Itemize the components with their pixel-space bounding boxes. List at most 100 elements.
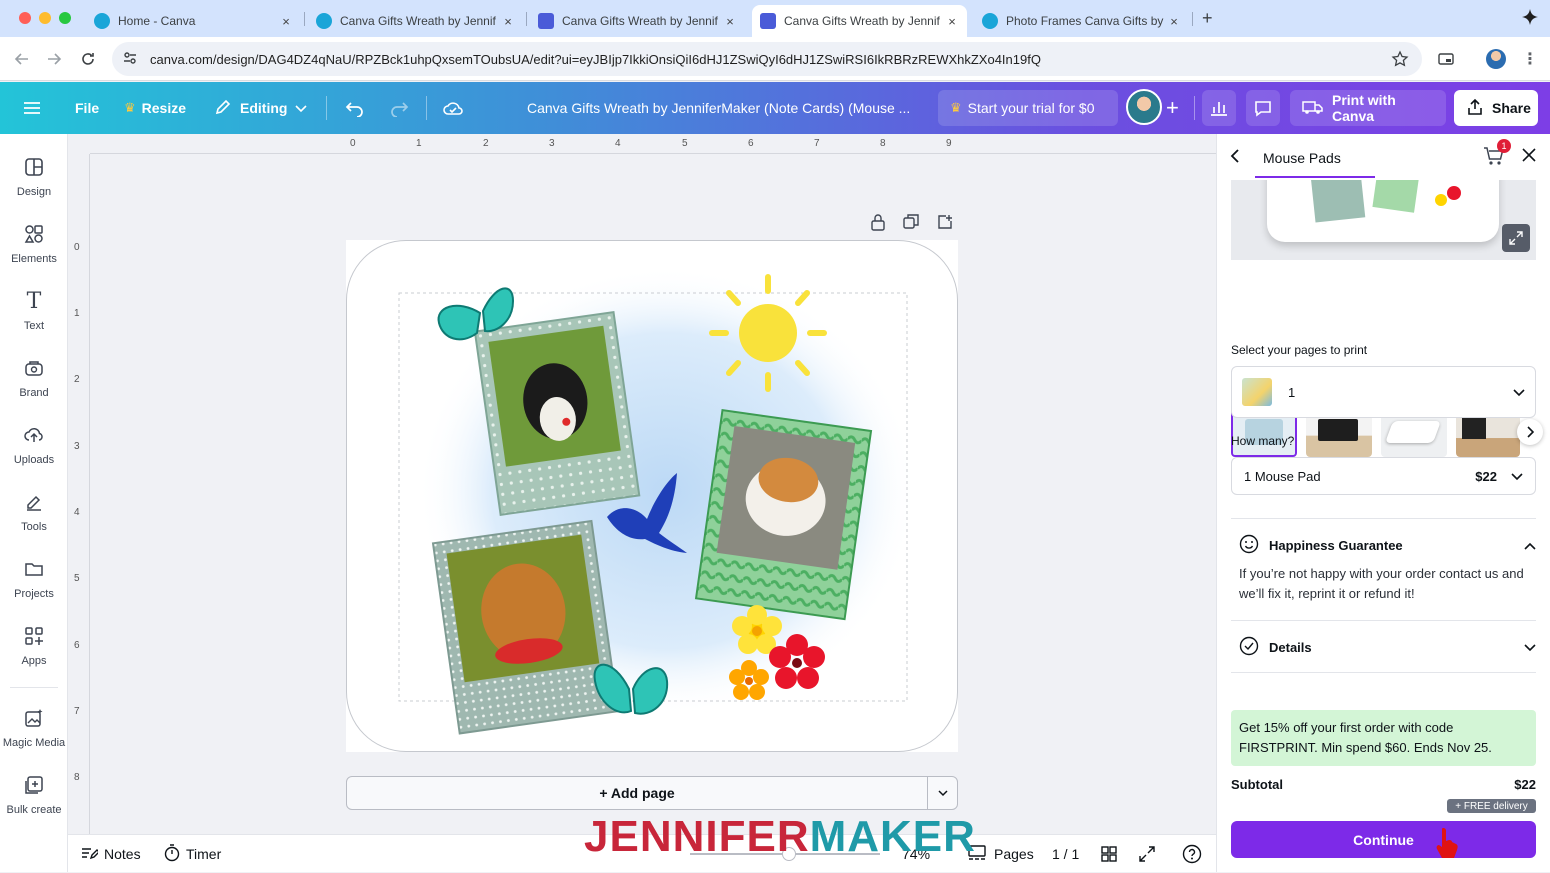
fullscreen-icon[interactable]: [1138, 835, 1156, 873]
quantity-dropdown[interactable]: 1 Mouse Pad $22: [1231, 457, 1536, 495]
cart-count-badge: 1: [1497, 139, 1511, 153]
close-tab-icon[interactable]: ×: [501, 14, 515, 29]
folder-icon: [23, 558, 45, 580]
product-preview-image[interactable]: [1231, 180, 1536, 260]
quantity-price: $22: [1475, 468, 1497, 484]
add-page-icon[interactable]: [937, 214, 953, 230]
chevron-down-icon: [295, 100, 308, 116]
resize-button[interactable]: ♛ Resize: [124, 90, 186, 126]
how-many-label: How many?: [1231, 434, 1295, 448]
happiness-guarantee-toggle[interactable]: Happiness Guarantee: [1239, 534, 1536, 556]
back-arrow-icon[interactable]: [10, 47, 34, 71]
text-t-icon: T: [26, 288, 42, 314]
browser-menu-icon[interactable]: ⋮: [1518, 47, 1542, 71]
print-with-canva-button[interactable]: Print with Canva: [1290, 90, 1446, 126]
print-favicon-icon: [760, 13, 776, 29]
new-tab-button[interactable]: +: [1202, 8, 1213, 29]
pages-button[interactable]: Pages: [968, 835, 1034, 873]
print-favicon-icon: [538, 13, 554, 29]
bookmark-star-icon[interactable]: [1388, 47, 1412, 71]
cloud-saved-icon[interactable]: [442, 90, 464, 126]
panel-back-icon[interactable]: [1229, 148, 1241, 169]
window-close-dot[interactable]: [19, 12, 31, 24]
browser-tab-bar: Home - Canva × Canva Gifts Wreath by Jen…: [0, 0, 1550, 37]
file-menu-button[interactable]: File: [75, 90, 99, 126]
forward-arrow-icon[interactable]: [42, 47, 66, 71]
site-info-icon[interactable]: [122, 50, 138, 69]
sidebar-item-magic-media[interactable]: Magic Media: [0, 707, 68, 767]
timer-button[interactable]: Timer: [164, 835, 221, 873]
browser-tab-wreath-active[interactable]: Canva Gifts Wreath by Jennif ×: [752, 5, 967, 37]
jennifermaker-logo: JENNIFERMAKER: [584, 812, 976, 861]
reload-icon[interactable]: [76, 47, 100, 71]
profile-avatar[interactable]: [1484, 47, 1508, 71]
subtotal-value: $22: [1514, 777, 1536, 792]
lock-icon[interactable]: [870, 213, 886, 231]
sidebar-item-bulk-create[interactable]: Bulk create: [0, 774, 68, 834]
share-button[interactable]: Share: [1454, 90, 1538, 126]
address-bar[interactable]: canva.com/design/DAG4DZ4qNaU/RPZBck1uhpQ…: [112, 42, 1422, 76]
sidebar-item-apps[interactable]: Apps: [0, 625, 68, 685]
guarantee-text: If you’re not happy with your order cont…: [1239, 566, 1524, 601]
editing-mode-button[interactable]: Editing: [214, 90, 308, 126]
notes-button[interactable]: Notes: [80, 835, 141, 873]
mouse-pad-shape[interactable]: [346, 240, 958, 752]
select-pages-dropdown[interactable]: 1: [1231, 366, 1536, 418]
share-upload-icon: [1466, 98, 1484, 119]
timer-icon: [164, 843, 180, 865]
promo-banner: Get 15% off your first order with code F…: [1231, 710, 1536, 766]
browser-toolbar: canva.com/design/DAG4DZ4qNaU/RPZBck1uhpQ…: [0, 37, 1550, 81]
sidebar-item-uploads[interactable]: Uploads: [0, 424, 68, 484]
add-collaborator-button[interactable]: +: [1166, 90, 1179, 126]
url-text[interactable]: canva.com/design/DAG4DZ4qNaU/RPZBck1uhpQ…: [150, 52, 1041, 67]
design-page[interactable]: [346, 240, 958, 752]
pencil-icon: [214, 98, 232, 119]
design-title[interactable]: Canva Gifts Wreath by JenniferMaker (Not…: [527, 90, 910, 126]
sidebar-item-projects[interactable]: Projects: [0, 558, 68, 618]
details-toggle[interactable]: Details: [1239, 636, 1536, 658]
page-thumbnail: [1242, 378, 1272, 406]
sidebar-item-brand[interactable]: Brand: [0, 357, 68, 417]
close-tab-icon[interactable]: ×: [723, 14, 737, 29]
browser-tab-photo-frames[interactable]: Photo Frames Canva Gifts by ×: [974, 5, 1189, 37]
close-panel-icon[interactable]: [1521, 147, 1537, 168]
thumbnails-next-icon[interactable]: [1517, 419, 1543, 445]
browser-tab-home[interactable]: Home - Canva ×: [86, 5, 301, 37]
undo-icon[interactable]: [345, 90, 365, 126]
sidebar-item-tools[interactable]: Tools: [0, 491, 68, 551]
browser-tab-wreath-2[interactable]: Canva Gifts Wreath by Jennif ×: [530, 5, 745, 37]
crown-icon: ♛: [950, 100, 962, 115]
add-page-button[interactable]: + Add page: [347, 785, 927, 801]
chevron-down-icon: [1511, 469, 1523, 484]
expand-preview-icon[interactable]: [1502, 224, 1530, 252]
sidebar-item-elements[interactable]: Elements: [0, 223, 68, 283]
start-trial-button[interactable]: ♛ Start your trial for $0: [938, 90, 1118, 126]
close-tab-icon[interactable]: ×: [279, 14, 293, 29]
left-ruler: 0 1 2 3 4 5 6 7 8: [68, 154, 90, 834]
smiley-icon: [1239, 534, 1259, 557]
redo-icon[interactable]: [389, 90, 409, 126]
notes-icon: [80, 845, 100, 864]
grid-view-icon[interactable]: [1100, 835, 1118, 873]
comment-icon[interactable]: [1246, 90, 1280, 126]
add-page-options-chevron-icon[interactable]: [927, 777, 957, 809]
cast-icon[interactable]: [1434, 47, 1458, 71]
help-icon[interactable]: [1182, 835, 1202, 873]
close-tab-icon[interactable]: ×: [1167, 14, 1181, 29]
panel-title: Mouse Pads: [1263, 150, 1341, 166]
gemini-sparkle-icon[interactable]: [1522, 9, 1538, 25]
close-tab-icon[interactable]: ×: [945, 14, 959, 29]
user-avatar[interactable]: [1126, 89, 1162, 125]
window-minimize-dot[interactable]: [39, 12, 51, 24]
canva-favicon-icon: [94, 13, 110, 29]
main-menu-icon[interactable]: [22, 90, 42, 126]
page-counter: 1 / 1: [1052, 846, 1080, 862]
sidebar-item-design[interactable]: Design: [0, 156, 68, 216]
insights-chart-icon[interactable]: [1202, 90, 1236, 126]
duplicate-page-icon[interactable]: [903, 214, 919, 230]
continue-button[interactable]: Continue: [1231, 821, 1536, 858]
free-delivery-badge: + FREE delivery: [1447, 799, 1536, 813]
browser-tab-wreath-1[interactable]: Canva Gifts Wreath by Jennif ×: [308, 5, 523, 37]
window-zoom-dot[interactable]: [59, 12, 71, 24]
sidebar-item-text[interactable]: T Text: [0, 288, 68, 350]
